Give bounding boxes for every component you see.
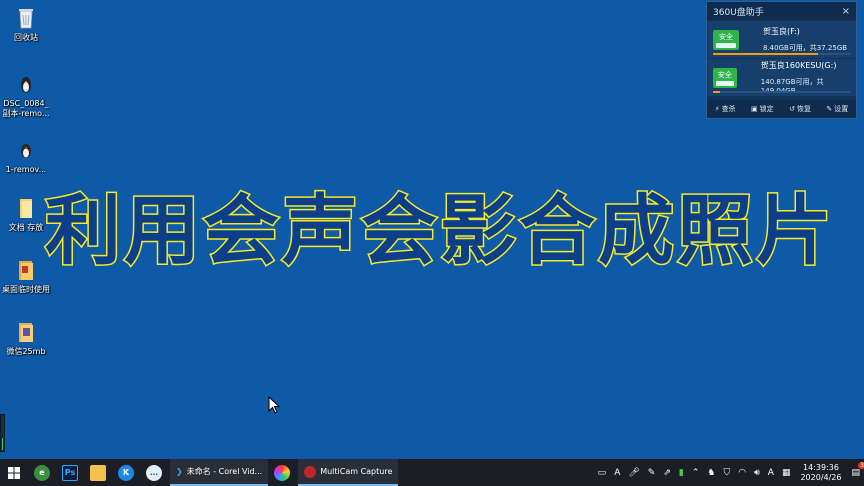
taskbar-app-chat[interactable]: … — [140, 459, 168, 486]
windows-logo-icon — [8, 466, 20, 479]
usb-panel-actions: ⚡ 查杀 ▣ 锁定 ↺ 恢复 ✎ 设置 — [707, 100, 856, 117]
settings-button[interactable]: ✎ 设置 — [826, 104, 848, 114]
usb-panel-header: 360U盘助手 × — [707, 2, 856, 20]
lock-button[interactable]: ▣ 锁定 — [751, 104, 774, 114]
share-icon[interactable]: ⇗ — [663, 468, 671, 478]
recycle-bin-icon — [19, 9, 33, 29]
folder-icon — [20, 199, 32, 218]
folder-icon — [19, 323, 33, 342]
taskbar-app-k[interactable]: K — [112, 459, 140, 486]
usb-panel-title: 360U盘助手 — [713, 7, 764, 18]
banner-title: 利用会声会影合成照片 — [40, 182, 840, 282]
usb-drive-usage-bar — [713, 53, 850, 55]
task-label: 未命名 - Corel Vid... — [186, 467, 263, 476]
restore-icon: ↺ — [789, 104, 795, 113]
desktop-icon-label: DSC_0084_副本-remo... — [2, 99, 50, 118]
task-label: MultiCam Capture — [320, 467, 393, 476]
usb-drive-safe-badge: 安全 — [713, 67, 737, 88]
desktop-icon-label: 文档 存放 — [8, 223, 44, 232]
desktop-icon-label: 回收站 — [14, 33, 38, 42]
microphone-icon[interactable]: 🎤︎ — [628, 468, 639, 478]
multicam-icon — [304, 465, 317, 478]
scan-button[interactable]: ⚡ 查杀 — [715, 104, 736, 114]
scan-label: 查杀 — [721, 104, 736, 113]
taskbar-app-photoshop[interactable]: Ps — [56, 459, 84, 486]
lightning-icon: ⚡ — [714, 104, 720, 113]
shield-icon[interactable]: ⛉ — [723, 468, 730, 478]
restore-button[interactable]: ↺ 恢复 — [789, 104, 811, 114]
chevron-up-icon[interactable]: ⌃ — [692, 468, 700, 478]
usb-drive-usage-fill — [713, 53, 819, 55]
taskbar: e Ps K … ❯ 未命名 - Corel Vid... MultiCam C… — [0, 459, 864, 486]
keyboard-icon[interactable]: ▭ — [598, 468, 607, 478]
taskbar-app-browser[interactable]: e — [28, 459, 56, 486]
clock-time: 14:39:36 — [803, 462, 839, 472]
banner-title-text: 利用会声会影合成照片 — [45, 186, 835, 275]
usb-drive-name: 贺玉良160KESU(G:) — [760, 61, 837, 70]
usb-drive-name: 贺玉良(F:) — [763, 27, 800, 36]
desktop-icon-label: 1-remov... — [5, 165, 47, 174]
desktop-icon-remove-image[interactable]: 1-remov... — [0, 138, 52, 175]
chat-icon: … — [146, 464, 162, 481]
taskbar-app-color[interactable] — [268, 459, 296, 486]
mouse-cursor-icon — [268, 396, 280, 414]
penguin-image-icon — [21, 144, 31, 158]
system-tray: ▭ A 🎤︎ ✎ ⇗ ▮ ⌃ ♞ ⛉ ◠ 🔊︎ A ▦ 14:39:36 202… — [594, 459, 864, 486]
ime-indicator[interactable]: A — [614, 468, 620, 478]
usb-drive-usage-fill — [713, 91, 720, 93]
desktop-icon-label: 桌面临时使用 — [2, 285, 50, 294]
folder-icon — [19, 261, 33, 280]
taskbar-task-corel[interactable]: ❯ 未命名 - Corel Vid... — [170, 459, 269, 486]
lock-icon: ▣ — [751, 104, 758, 113]
battery-icon[interactable]: ▮ — [679, 468, 684, 478]
tray-app-icon[interactable]: ▦ — [782, 468, 791, 478]
antivirus-icon[interactable]: ♞ — [707, 468, 715, 478]
desktop-icon-recycle-bin[interactable]: 回收站 — [0, 6, 52, 43]
browser-icon: e — [34, 464, 50, 481]
start-button[interactable] — [0, 459, 28, 486]
banner-title-graphic: 利用会声会影合成照片 — [44, 185, 835, 277]
corel-icon: ❯ — [176, 467, 183, 476]
lock-label: 锁定 — [759, 104, 774, 113]
clock[interactable]: 14:39:36 2020/4/26 — [800, 463, 841, 483]
penguin-image-icon — [21, 77, 31, 93]
usb-drive-item[interactable]: 安全 贺玉良160KESU(G:) 140.87GB可用，共149.04GB — [707, 59, 856, 96]
usb-drive-size: 8.40GB可用，共37.25GB — [763, 44, 848, 52]
language-indicator[interactable]: A — [768, 468, 774, 478]
usb-drive-item[interactable]: 安全 贺玉良(F:) 8.40GB可用，共37.25GB — [707, 21, 856, 58]
folder-icon — [90, 464, 106, 481]
taskbar-app-explorer[interactable] — [84, 459, 112, 486]
restore-label: 恢复 — [796, 104, 811, 113]
desktop-icon-wechat-folder[interactable]: 微信25mb — [0, 320, 52, 357]
usb-drive-safe-badge: 安全 — [713, 29, 739, 50]
settings-label: 设置 — [834, 104, 849, 113]
photoshop-icon: Ps — [62, 464, 78, 481]
notification-count-badge: 3 — [858, 461, 864, 469]
wifi-icon[interactable]: ◠ — [738, 468, 746, 478]
k-app-icon: K — [118, 464, 134, 481]
color-wheel-icon — [274, 464, 291, 481]
taskbar-task-multicam[interactable]: MultiCam Capture — [298, 459, 399, 486]
close-icon[interactable]: × — [842, 6, 850, 17]
notification-center-icon[interactable]: ▤ 3 — [851, 461, 864, 478]
clock-date: 2020/4/26 — [800, 472, 842, 482]
volume-icon[interactable]: 🔊︎ — [754, 468, 760, 478]
wrench-icon: ✎ — [826, 104, 833, 113]
left-level-meter-fill — [2, 438, 3, 450]
usb-assistant-panel: 360U盘助手 × 安全 贺玉良(F:) 8.40GB可用，共37.25GB 安… — [706, 1, 857, 119]
desktop-icon-label: 微信25mb — [6, 347, 46, 356]
left-level-meter — [0, 414, 5, 452]
desktop-icon-dsc-image[interactable]: DSC_0084_副本-remo... — [0, 72, 52, 119]
usb-drive-usage-bar — [713, 91, 850, 93]
pen-icon[interactable]: ✎ — [648, 468, 656, 478]
